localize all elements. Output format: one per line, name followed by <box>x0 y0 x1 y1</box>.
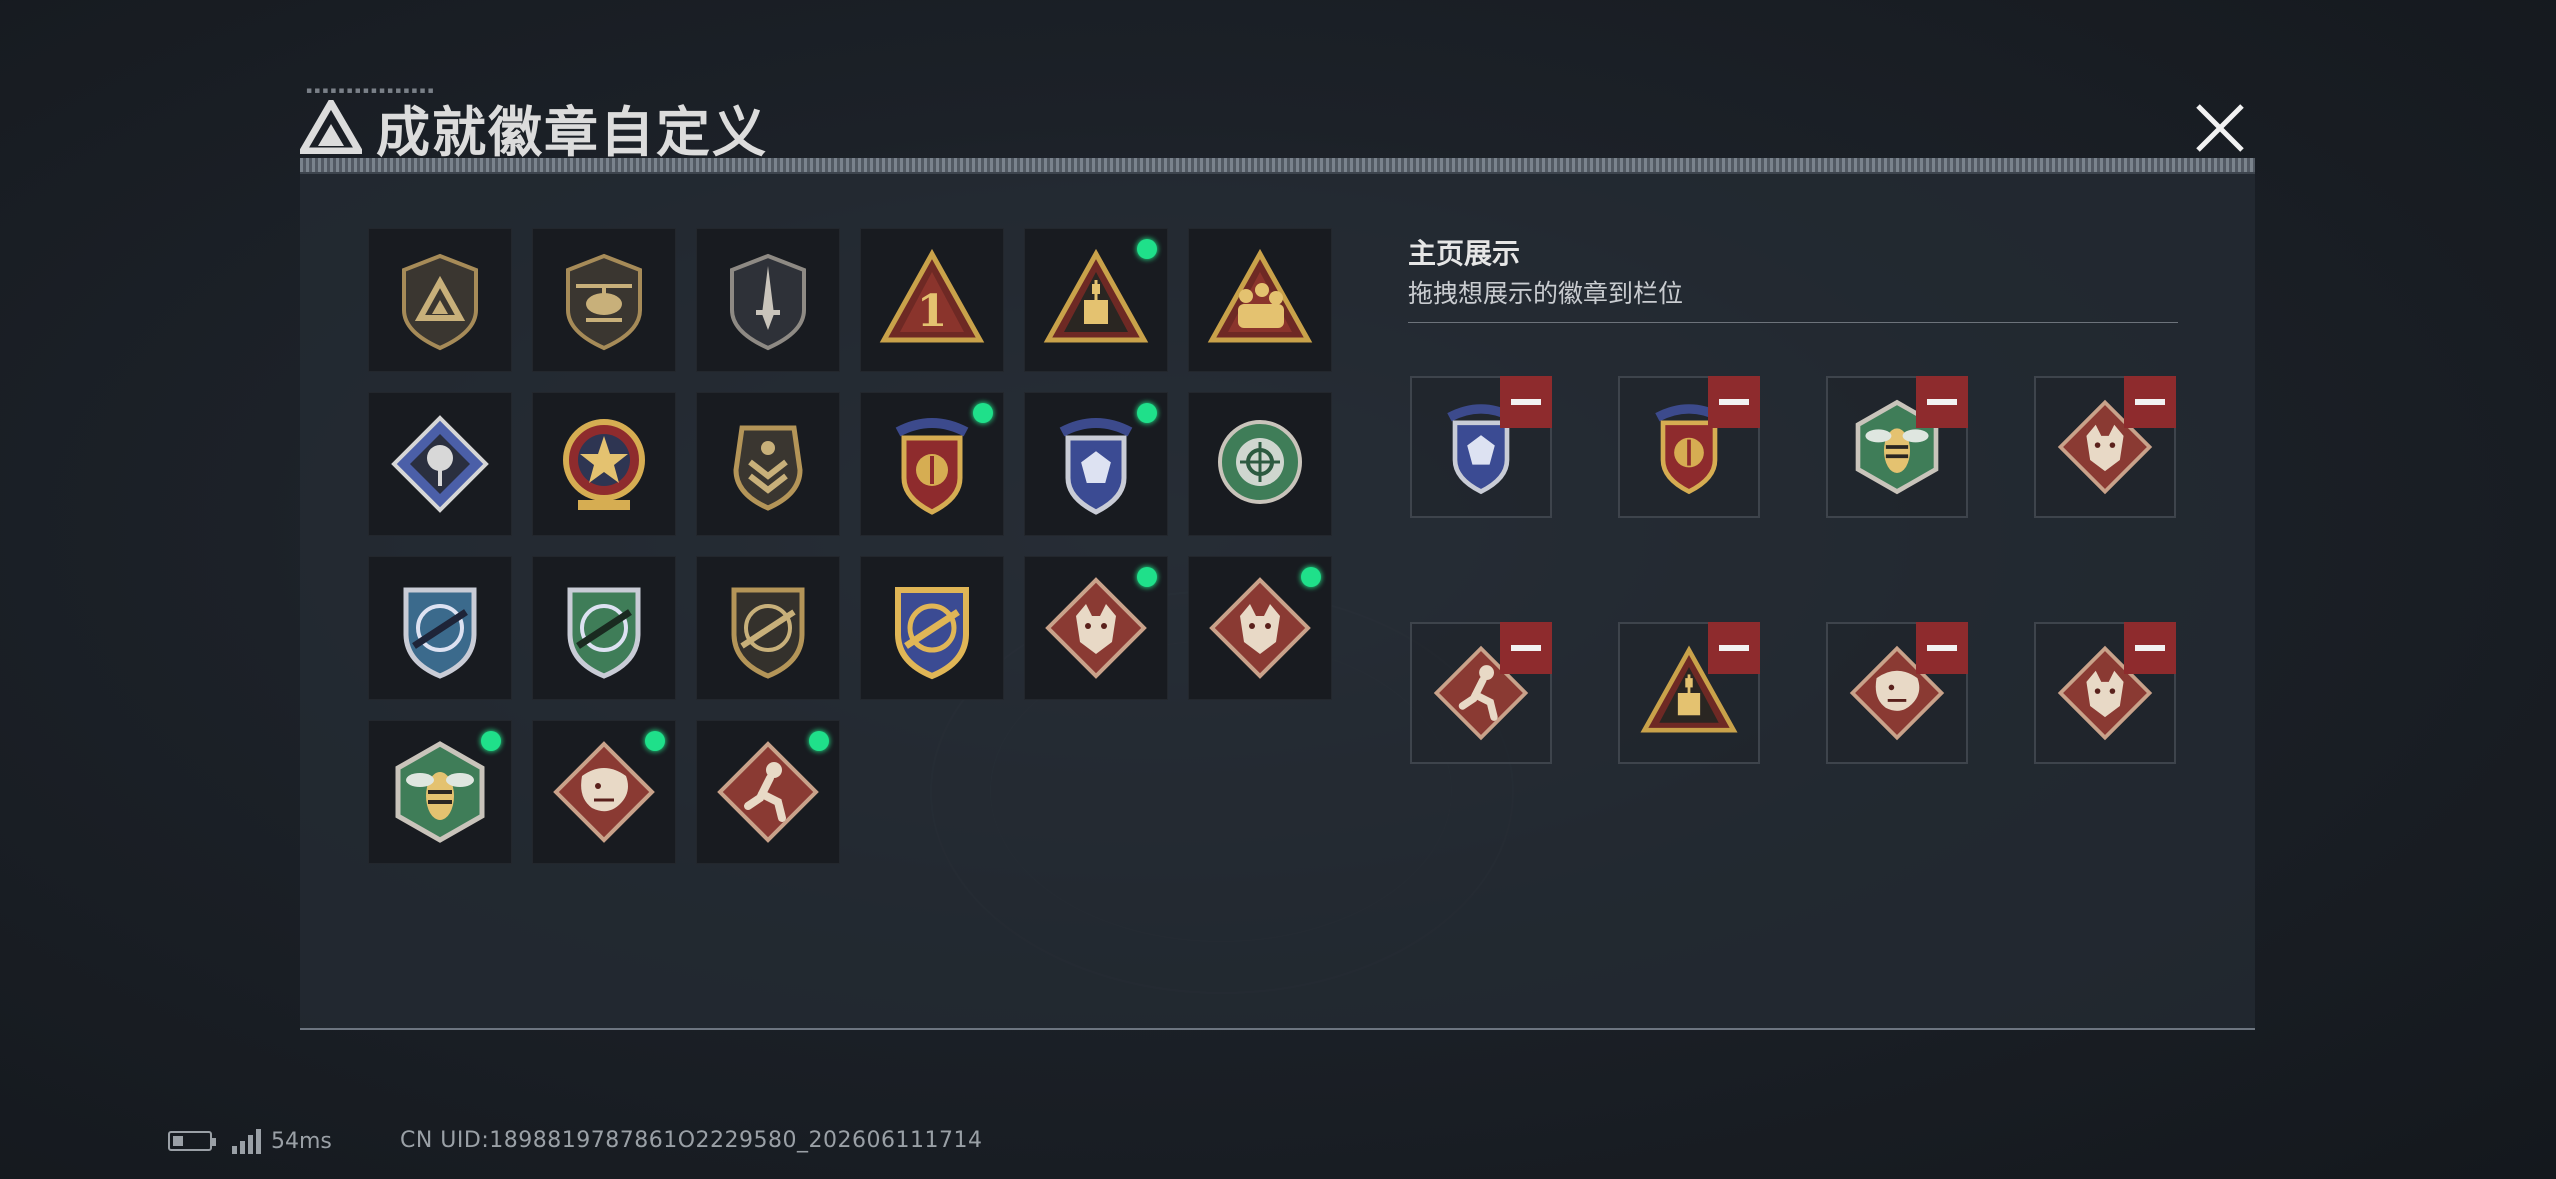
badge-cell[interactable] <box>368 392 512 536</box>
remove-badge-button[interactable] <box>2124 376 2176 428</box>
new-indicator-dot <box>1133 563 1161 591</box>
page-title: 成就徽章自定义 <box>376 100 768 164</box>
showcase-slot[interactable] <box>2034 622 2176 764</box>
badge-cell[interactable] <box>1024 556 1168 700</box>
dragon-diamond-badge-icon <box>553 741 655 843</box>
remove-badge-button[interactable] <box>1916 622 1968 674</box>
badge-cell[interactable] <box>532 228 676 372</box>
badge-cell[interactable] <box>1188 556 1332 700</box>
helicopter-badge-icon <box>566 253 642 351</box>
battery-icon <box>168 1131 216 1151</box>
new-indicator-dot <box>641 727 669 755</box>
remove-badge-button[interactable] <box>1916 376 1968 428</box>
showcase-slot[interactable] <box>1826 376 1968 518</box>
status-bar: 54ms <box>168 1128 332 1154</box>
green-rifle-shield-badge-icon <box>567 587 641 679</box>
badge-cell[interactable] <box>860 556 1004 700</box>
close-button[interactable] <box>2190 98 2250 158</box>
badge-cell[interactable] <box>696 392 840 536</box>
badge-cell[interactable] <box>1188 228 1332 372</box>
badge-cell[interactable] <box>1024 392 1168 536</box>
new-indicator-dot <box>1133 399 1161 427</box>
showcase-subtitle: 拖拽想展示的徽章到栏位 <box>1408 279 1684 308</box>
new-indicator-dot <box>1297 563 1325 591</box>
triangle-shield-badge-icon <box>402 253 478 351</box>
number-one-triangle-badge-icon: 1 <box>879 248 985 343</box>
gold-wing-crest-badge-icon <box>895 418 969 515</box>
signal-icon <box>232 1128 261 1154</box>
page-header: 成就徽章自定义 <box>300 92 768 164</box>
panel-top-divider <box>300 172 2255 174</box>
new-indicator-dot <box>477 727 505 755</box>
showcase-slot[interactable] <box>1410 622 1552 764</box>
chevron-shield-badge-icon <box>733 425 803 511</box>
gold-rifle-shield-badge-icon <box>895 587 969 680</box>
soldiers-triangle-badge-icon <box>1207 248 1313 343</box>
badge-cell[interactable] <box>368 720 512 864</box>
close-icon <box>2196 104 2244 152</box>
showcase-divider <box>1408 322 2178 323</box>
badge-cell[interactable] <box>368 228 512 372</box>
badge-cell[interactable] <box>1188 392 1332 536</box>
showcase-slot[interactable] <box>1826 622 1968 764</box>
ping-label: 54ms <box>271 1128 332 1154</box>
blue-gem-crest-badge-icon <box>1059 418 1133 515</box>
badge-cell[interactable] <box>532 556 676 700</box>
badge-cell[interactable] <box>1024 228 1168 372</box>
badge-cell[interactable] <box>696 228 840 372</box>
new-indicator-dot <box>969 399 997 427</box>
green-crosshair-badge-icon <box>1218 420 1302 504</box>
svg-text:1: 1 <box>917 286 948 337</box>
badge-cell[interactable] <box>696 720 840 864</box>
showcase-slots <box>1410 376 2176 764</box>
showcase-slot[interactable] <box>1618 622 1760 764</box>
triangle-logo-icon <box>300 100 362 154</box>
wolf-diamond-badge-icon <box>1209 577 1311 679</box>
remove-badge-button[interactable] <box>1500 622 1552 674</box>
supply-drop-triangle-badge-icon <box>1043 248 1149 343</box>
badge-cell[interactable]: 1 <box>860 228 1004 372</box>
dagger-shield-badge-icon <box>730 253 806 351</box>
user-uid: CN UID:1898819787861O2229580_20260611171… <box>400 1128 983 1153</box>
wolf-diamond-badge-icon <box>1045 577 1147 679</box>
blue-rifle-shield-badge-icon <box>403 587 477 679</box>
showcase-slot[interactable] <box>1618 376 1760 518</box>
remove-badge-button[interactable] <box>2124 622 2176 674</box>
dark-rifle-shield-badge-icon <box>731 587 805 679</box>
star-medal-badge-icon <box>563 419 645 510</box>
showcase-slot[interactable] <box>1410 376 1552 518</box>
remove-badge-button[interactable] <box>1708 376 1760 428</box>
hornet-hexagon-badge-icon <box>395 741 485 843</box>
badge-cell[interactable] <box>368 556 512 700</box>
showcase-title: 主页展示 <box>1408 237 1521 270</box>
remove-badge-button[interactable] <box>1500 376 1552 428</box>
runner-diamond-badge-icon <box>717 741 819 843</box>
remove-badge-button[interactable] <box>1708 622 1760 674</box>
badge-collection-grid: 1 <box>368 228 1336 864</box>
rose-diamond-badge-icon <box>391 415 489 513</box>
badge-cell[interactable] <box>532 720 676 864</box>
badge-cell[interactable] <box>860 392 1004 536</box>
new-indicator-dot <box>1133 235 1161 263</box>
badge-cell[interactable] <box>532 392 676 536</box>
showcase-slot[interactable] <box>2034 376 2176 518</box>
new-indicator-dot <box>805 727 833 755</box>
badge-cell[interactable] <box>696 556 840 700</box>
